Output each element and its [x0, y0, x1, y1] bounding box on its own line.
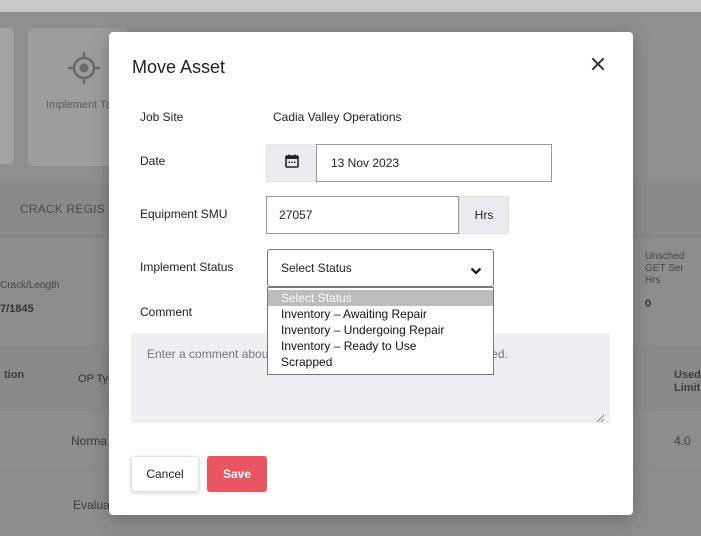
implement-status-label: Implement Status: [140, 260, 234, 274]
summary-card-partial: [0, 28, 14, 164]
implement-status-select[interactable]: Select Status: [267, 249, 494, 287]
select-value: Select Status: [281, 261, 352, 275]
top-strip: [0, 0, 701, 12]
close-icon[interactable]: [587, 54, 609, 76]
resize-handle-icon[interactable]: [596, 410, 605, 428]
date-input[interactable]: [316, 144, 552, 182]
stat-unscheduled-value: 0: [645, 298, 652, 310]
tab-crack-register[interactable]: CRACK REGIS: [20, 202, 105, 216]
status-options-list: Select Status Inventory – Awaiting Repai…: [267, 287, 494, 375]
target-icon: [66, 50, 102, 91]
job-site-value: Cadia Valley Operations: [273, 110, 402, 124]
stat-crack-label: Crack/Length: [0, 280, 60, 291]
equipment-smu-label: Equipment SMU: [140, 207, 228, 221]
job-site-label: Job Site: [140, 110, 184, 124]
row-used-limit: 4.0: [674, 434, 691, 448]
row-op-type: Evalua: [73, 498, 110, 512]
move-asset-dialog: Move Asset Job Site Cadia Valley Operati…: [109, 32, 633, 515]
comment-label: Comment: [140, 305, 193, 319]
equipment-smu-input[interactable]: [266, 196, 459, 234]
status-option-awaiting-repair[interactable]: Inventory – Awaiting Repair: [268, 306, 493, 322]
status-option-select-status[interactable]: Select Status: [268, 290, 493, 306]
col-op-type: OP Ty: [78, 373, 109, 385]
smu-unit-addon: Hrs: [459, 196, 509, 234]
calendar-button[interactable]: [266, 144, 316, 182]
chevron-down-icon: [470, 264, 482, 278]
calendar-icon: [284, 154, 299, 173]
col-position: tion: [4, 369, 25, 381]
dialog-title: Move Asset: [132, 57, 226, 77]
date-label: Date: [140, 154, 166, 168]
cancel-button[interactable]: Cancel: [131, 456, 199, 492]
stat-unscheduled-label: Unsched GET Ser Hrs: [645, 251, 685, 286]
row-op-type: Norma: [71, 434, 108, 448]
status-option-undergoing-repair[interactable]: Inventory – Undergoing Repair: [268, 322, 493, 338]
save-button[interactable]: Save: [207, 456, 267, 492]
status-option-scrapped[interactable]: Scrapped: [268, 354, 493, 370]
status-option-ready-to-use[interactable]: Inventory – Ready to Use: [268, 338, 493, 354]
stat-crack-value: 7/1845: [0, 303, 34, 315]
col-used-limit: Used Limit: [674, 369, 701, 394]
